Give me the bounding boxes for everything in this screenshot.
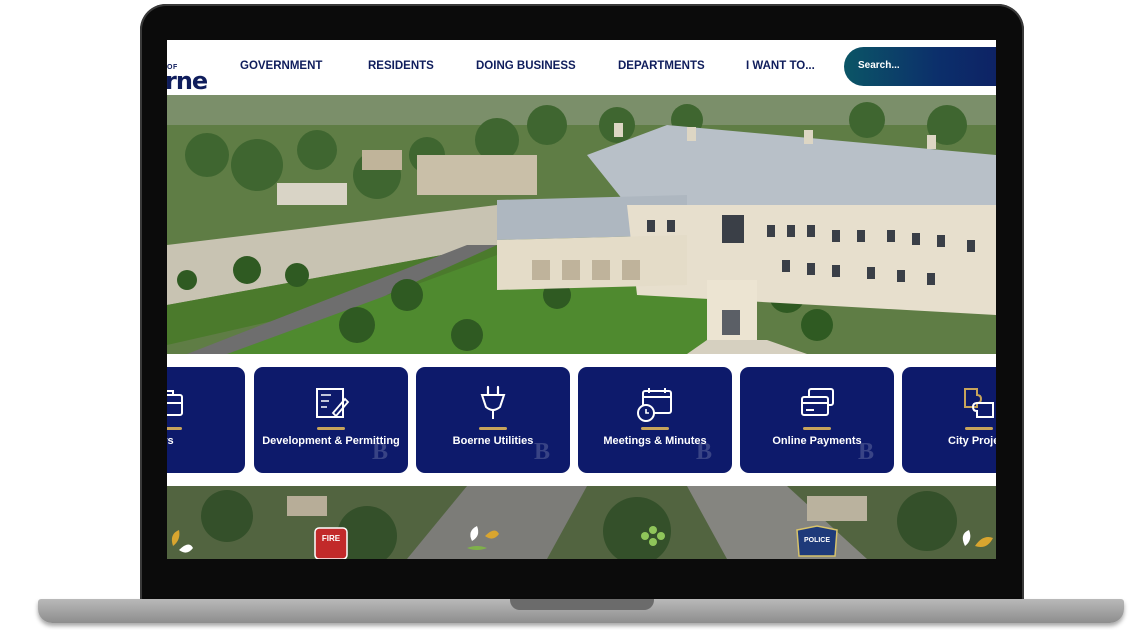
nav-government[interactable]: GOVERNMENT (240, 60, 322, 72)
card-divider (317, 427, 345, 430)
puzzle-icon (964, 388, 994, 418)
site-logo[interactable]: rne (167, 67, 208, 95)
credit-card-icon (801, 388, 834, 416)
nav-departments[interactable]: DEPARTMENTS (618, 60, 705, 72)
laptop-notch (510, 599, 654, 610)
nav-i-want-to[interactable]: I WANT TO... (746, 60, 815, 72)
card-boerne-utilities[interactable]: Boerne Utilities B (416, 367, 570, 473)
card-divider (641, 427, 669, 430)
card-label: eers (167, 435, 174, 447)
boerne-watermark-icon: B (372, 439, 388, 465)
search-placeholder: Search... (858, 60, 900, 71)
card-divider (803, 427, 831, 430)
card-label: City Proje (948, 435, 996, 447)
svg-text:B: B (372, 439, 388, 465)
website-screen: OF rne GOVERNMENT RESIDENTS DOING BUSINE… (167, 40, 996, 559)
hero-aerial-illustration (167, 95, 996, 354)
quick-links-row: eers Development & Permitting B Boerne U… (167, 367, 996, 473)
boerne-watermark-icon: B (696, 439, 712, 465)
svg-text:B: B (534, 439, 550, 465)
card-divider (965, 427, 993, 430)
card-online-payments[interactable]: Online Payments B (740, 367, 894, 473)
boerne-watermark-icon: B (534, 439, 550, 465)
svg-text:POLICE: POLICE (804, 537, 830, 544)
hero-image (167, 95, 996, 354)
site-header: OF rne GOVERNMENT RESIDENTS DOING BUSINE… (167, 40, 996, 95)
nav-doing-business[interactable]: DOING BUSINESS (476, 60, 576, 72)
card-divider (167, 427, 182, 430)
nav-residents[interactable]: RESIDENTS (368, 60, 434, 72)
card-meetings-minutes[interactable]: Meetings & Minutes B (578, 367, 732, 473)
bottom-image-band: FIRE POLICE (167, 486, 996, 559)
card-development-permitting[interactable]: Development & Permitting B (254, 367, 408, 473)
briefcase-icon (167, 390, 183, 416)
card-city-projects[interactable]: City Proje (902, 367, 996, 473)
svg-text:B: B (696, 439, 712, 465)
calendar-clock-icon (637, 388, 672, 422)
svg-text:B: B (858, 439, 874, 465)
svg-text:FIRE: FIRE (322, 534, 341, 543)
blueprint-icon (316, 388, 350, 418)
bottom-band-illustration: FIRE POLICE (167, 486, 996, 559)
plug-icon (480, 385, 506, 419)
hero-divider (167, 354, 996, 367)
search-input[interactable]: Search... (844, 47, 996, 86)
card-divider (479, 427, 507, 430)
boerne-watermark-icon: B (858, 439, 874, 465)
card-careers[interactable]: eers (167, 367, 245, 473)
